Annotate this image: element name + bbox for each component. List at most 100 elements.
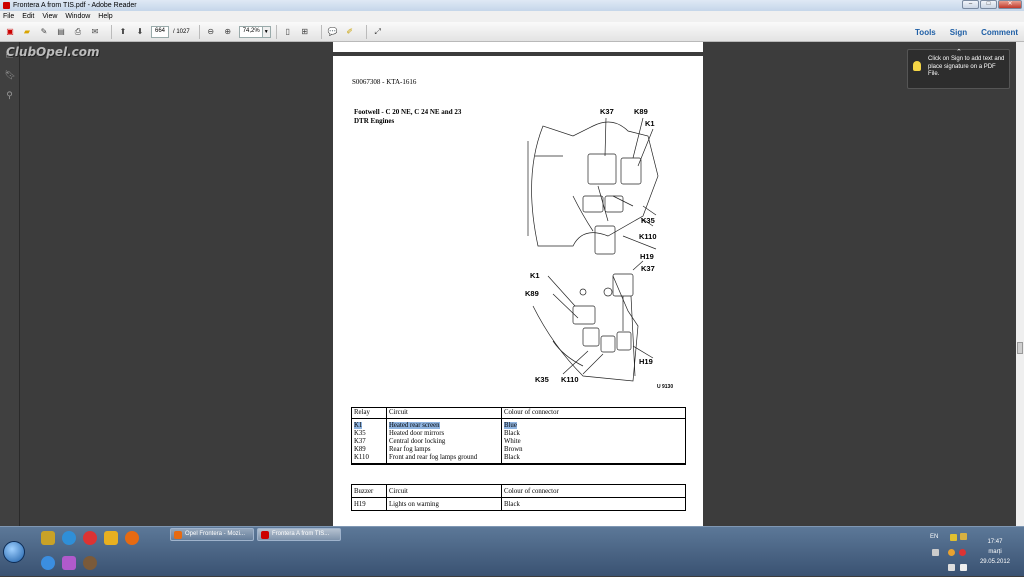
taskbar: Opel Frontera - Mozi... Frontera A from … bbox=[0, 526, 1024, 576]
tray-icon[interactable] bbox=[959, 549, 966, 556]
pdf-page: S0067308 - KTA-1616 Footwell - C 20 NE, … bbox=[333, 56, 703, 526]
table-cell: Brown bbox=[504, 446, 523, 453]
taskbar-item-firefox[interactable]: Opel Frontera - Mozi... bbox=[170, 528, 254, 541]
toolbar-divider bbox=[275, 24, 277, 39]
taskbar-item-label: Frontera A from TIS... bbox=[272, 531, 330, 537]
open-folder-icon[interactable]: ▰ bbox=[21, 26, 33, 38]
table-cell: K89 bbox=[354, 446, 366, 453]
quicklaunch-icon[interactable] bbox=[62, 531, 76, 545]
menu-window[interactable]: Window bbox=[65, 13, 90, 20]
chevron-up-icon[interactable]: ⌃ bbox=[956, 49, 962, 57]
diagram-label: H19 bbox=[639, 357, 653, 366]
internet-explorer-icon[interactable] bbox=[41, 556, 55, 570]
table-cell: Blue bbox=[504, 422, 517, 429]
zoom-in-icon[interactable]: ⊕ bbox=[222, 26, 234, 38]
table-cell: K37 bbox=[354, 438, 366, 445]
table-row: K1 K35 K37 K89 K110 Heated rear screen H… bbox=[351, 418, 686, 464]
start-button[interactable] bbox=[3, 541, 25, 563]
next-page-icon[interactable]: ⬇ bbox=[134, 26, 146, 38]
taskbar-item-label: Opel Frontera - Mozi... bbox=[185, 531, 246, 537]
tray-icon[interactable] bbox=[948, 549, 955, 556]
table-cell: Rear fog lamps bbox=[389, 446, 431, 453]
table-cell: Central door locking bbox=[389, 438, 446, 445]
column-header: Relay bbox=[351, 407, 387, 419]
table-cell: Black bbox=[501, 497, 686, 511]
save-icon[interactable]: ▤ bbox=[55, 26, 67, 38]
diagram-label: K1 bbox=[530, 271, 540, 280]
clock-date: 29.05.2012 bbox=[979, 559, 1010, 565]
table-cell: Heated door mirrors bbox=[389, 430, 445, 437]
email-icon[interactable]: ✉ bbox=[89, 26, 101, 38]
tray-icon[interactable] bbox=[950, 534, 957, 541]
tray-icon[interactable] bbox=[960, 533, 967, 540]
comment-link[interactable]: Comment bbox=[981, 28, 1018, 37]
scrollbar-thumb[interactable] bbox=[1017, 342, 1023, 354]
previous-page-edge bbox=[333, 42, 703, 52]
diagram-label: K35 bbox=[535, 375, 549, 384]
zoom-out-icon[interactable]: ⊖ bbox=[205, 26, 217, 38]
navigation-pane: ▭ 🔖︎ ⚲ bbox=[0, 42, 20, 526]
tools-link[interactable]: Tools bbox=[915, 28, 936, 37]
quicklaunch-icon[interactable] bbox=[83, 531, 97, 545]
column-header: Colour of connector bbox=[501, 484, 686, 498]
print-icon[interactable]: ⎙ bbox=[72, 26, 84, 38]
relay-diagram: K37 K89 K1 K35 K110 H19 K1 K89 K37 H19 K… bbox=[525, 107, 673, 390]
table-cell: H19 bbox=[351, 497, 387, 511]
adobe-reader-icon bbox=[261, 531, 269, 539]
minimize-button[interactable]: – bbox=[962, 0, 979, 9]
tooltip-text: Click on Sign to add text and place sign… bbox=[928, 56, 1005, 77]
menu-edit[interactable]: Edit bbox=[22, 13, 34, 20]
menu-bar: File Edit View Window Help bbox=[0, 11, 1024, 22]
menu-view[interactable]: View bbox=[42, 13, 57, 20]
figure-code: U 9130 bbox=[657, 384, 673, 390]
table-cell: Front and rear fog lamps ground bbox=[389, 454, 478, 461]
attachment-icon[interactable]: ⚲ bbox=[5, 90, 15, 102]
column-header: Circuit bbox=[386, 484, 502, 498]
language-indicator[interactable]: EN bbox=[930, 534, 938, 540]
column-header: Buzzer bbox=[351, 484, 387, 498]
page-heading: Footwell - C 20 NE, C 24 NE and 23 DTR E… bbox=[354, 108, 462, 125]
fit-page-icon[interactable]: ▯ bbox=[282, 26, 294, 38]
toolbar-divider bbox=[365, 24, 367, 39]
menu-file[interactable]: File bbox=[3, 13, 14, 20]
edit-icon[interactable]: ✎ bbox=[38, 26, 50, 38]
network-icon[interactable] bbox=[948, 564, 955, 571]
expand-icon[interactable]: ⤢ bbox=[372, 26, 384, 38]
firefox-icon bbox=[174, 531, 182, 539]
close-button[interactable]: ✕ bbox=[998, 0, 1022, 9]
maximize-button[interactable]: □ bbox=[980, 0, 997, 9]
diagram-label: K1 bbox=[645, 119, 655, 128]
column-header: Circuit bbox=[386, 407, 502, 419]
zoom-input[interactable]: 74,2% bbox=[238, 25, 263, 38]
fit-width-icon[interactable]: ⊞ bbox=[299, 26, 311, 38]
diagram-label: K89 bbox=[634, 107, 648, 116]
diagram-label: K35 bbox=[641, 216, 655, 225]
chevron-down-icon[interactable]: ▼ bbox=[262, 25, 271, 38]
previous-page-icon[interactable]: ⬆ bbox=[117, 26, 129, 38]
taskbar-item-reader[interactable]: Frontera A from TIS... bbox=[257, 528, 341, 541]
diagram-label: K37 bbox=[641, 264, 655, 273]
vertical-scrollbar[interactable] bbox=[1016, 42, 1024, 526]
table-cell: K35 bbox=[354, 430, 366, 437]
firefox-icon[interactable] bbox=[125, 531, 139, 545]
tray-icon[interactable] bbox=[932, 549, 939, 556]
sign-link[interactable]: Sign bbox=[950, 28, 967, 37]
quicklaunch-icon[interactable] bbox=[41, 531, 55, 545]
column-header: Colour of connector bbox=[501, 407, 686, 419]
highlight-icon[interactable]: ✐ bbox=[344, 26, 356, 38]
clock[interactable]: 17:47 marți 29.05.2012 bbox=[980, 537, 1010, 567]
create-pdf-icon[interactable]: ▣ bbox=[4, 26, 16, 38]
page-number-input[interactable]: 664 bbox=[151, 25, 169, 38]
menu-help[interactable]: Help bbox=[98, 13, 112, 20]
quicklaunch-icon[interactable] bbox=[83, 556, 97, 570]
bookmark-icon[interactable]: 🔖︎ bbox=[5, 70, 16, 82]
toolbar-divider bbox=[198, 24, 200, 39]
toolbar-divider bbox=[320, 24, 322, 39]
volume-icon[interactable] bbox=[960, 564, 967, 571]
quicklaunch-icon[interactable] bbox=[104, 531, 118, 545]
quicklaunch-icon[interactable] bbox=[62, 556, 76, 570]
table-row: H19 Lights on warning Black bbox=[351, 497, 686, 511]
table-cell: K110 bbox=[354, 454, 369, 461]
comment-icon[interactable]: 💬 bbox=[327, 26, 339, 38]
table-cell: K1 bbox=[354, 422, 363, 429]
